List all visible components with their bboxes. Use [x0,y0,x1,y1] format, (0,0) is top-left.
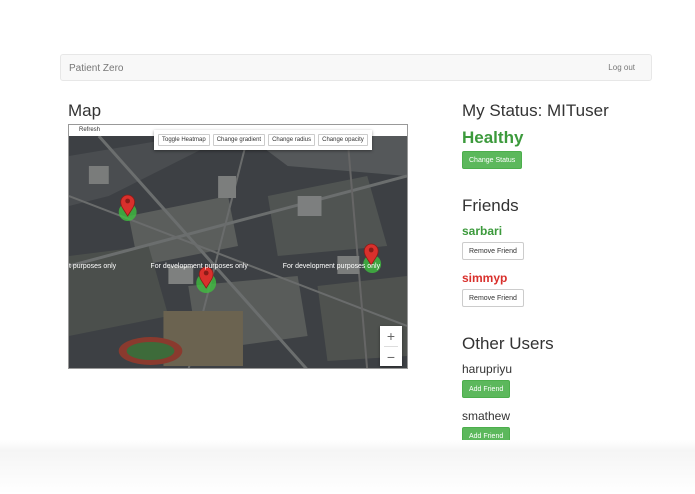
brand-link[interactable]: Patient Zero [69,63,123,74]
remove-friend-button[interactable]: Remove Friend [462,242,524,260]
change-gradient-button[interactable]: Change gradient [212,134,266,146]
page-bottom [0,440,695,494]
user-name: smathew [462,409,511,423]
zoom-in-button[interactable]: + [380,326,402,346]
change-status-button[interactable]: Change Status [462,151,523,169]
dev-watermark: For development purposes only [283,263,381,270]
add-friend-button[interactable]: Add Friend [462,380,511,398]
friend-name: sarbari [462,224,503,238]
my-status-title: My Status: MITuser [462,101,609,120]
toggle-heatmap-button[interactable]: Toggle Heatmap [158,134,210,146]
navbar: Patient Zero Log out [60,54,652,81]
dev-watermark: t purposes only [69,263,117,270]
change-radius-button[interactable]: Change radius [268,134,316,146]
dev-watermark: For development purposes only [151,263,249,270]
other-users-title: Other Users [462,334,554,353]
zoom-out-button[interactable]: − [380,347,402,367]
heatmap-controls: Toggle Heatmap Change gradient Change ra… [154,130,372,150]
friends-title: Friends [462,196,519,215]
refresh-link[interactable]: Refresh [79,127,100,133]
remove-friend-button[interactable]: Remove Friend [462,289,524,307]
map-title: Map [68,101,102,120]
zoom-controls: + − [380,326,402,366]
satellite-map[interactable]: t purposes only For development purposes… [69,136,407,369]
change-opacity-button[interactable]: Change opacity [318,134,368,146]
user-name: harupriyu [462,362,513,376]
map-container[interactable]: Refresh t purposes only For development … [68,124,408,369]
logout-link[interactable]: Log out [608,63,635,72]
friend-name: simmyp [462,271,508,285]
status-value: Healthy [462,128,524,147]
